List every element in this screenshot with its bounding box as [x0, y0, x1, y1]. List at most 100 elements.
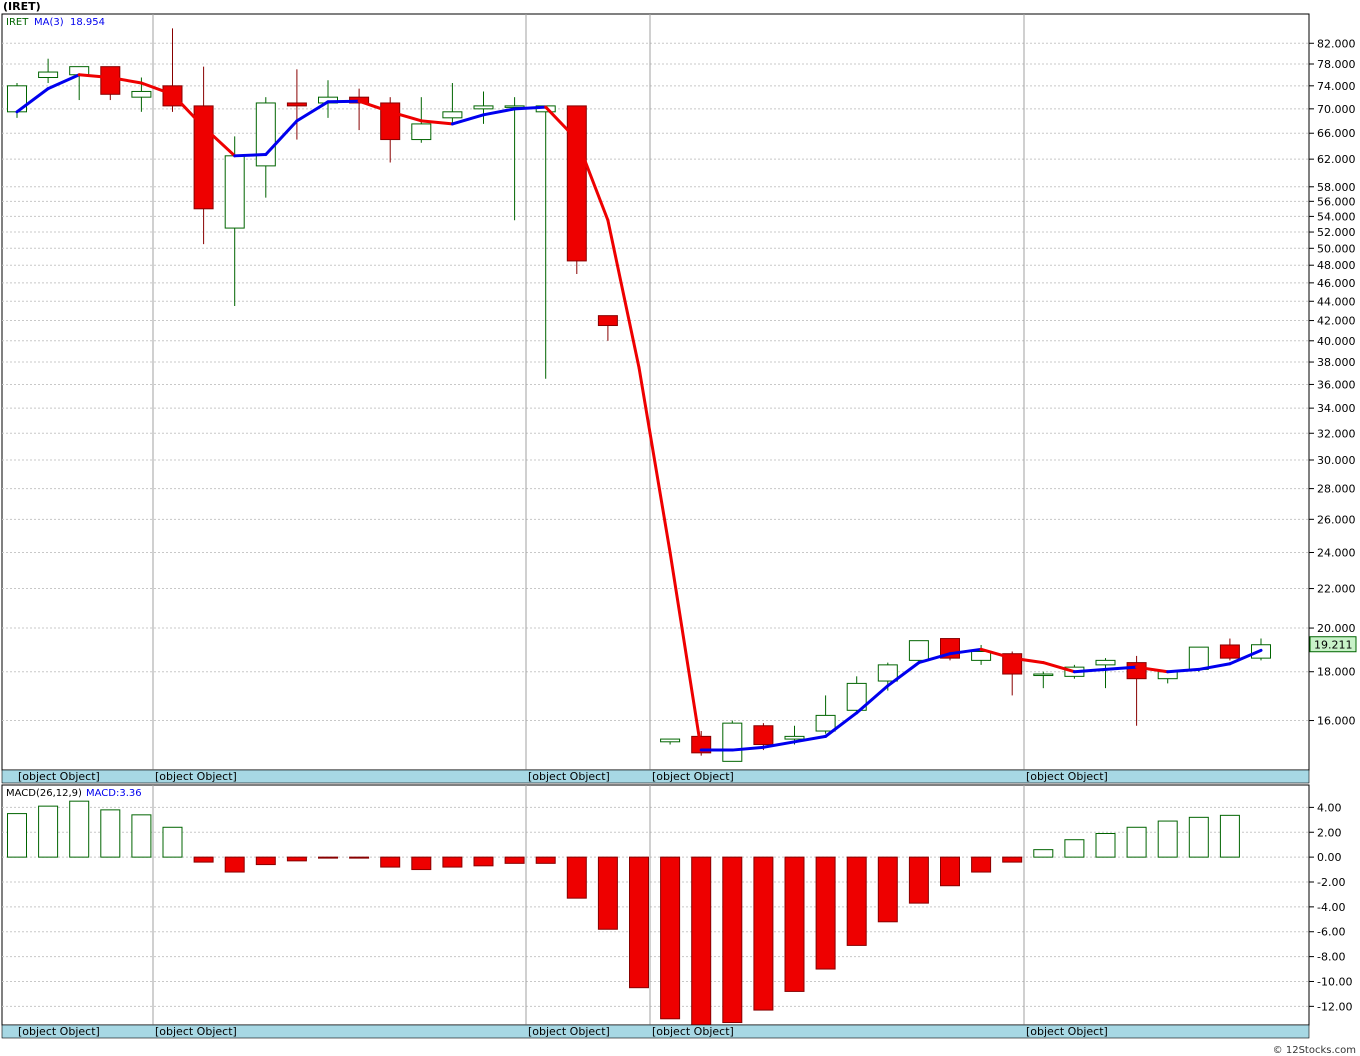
price-y-tick-label: 50.000	[1317, 242, 1356, 255]
candle-body	[784, 735, 805, 740]
candle-body	[971, 650, 992, 661]
price-y-tick-label: 56.000	[1317, 195, 1356, 208]
macd-bar	[286, 856, 307, 862]
price-y-tick-label: 18.000	[1317, 666, 1356, 679]
macd-legend-label: MACD(26,12,9)	[6, 788, 82, 799]
price-y-tick-label: 20.000	[1317, 622, 1356, 635]
candle-body	[753, 725, 774, 746]
price-y-tick-label: 78.000	[1317, 58, 1356, 71]
candle-body	[660, 738, 681, 743]
chart-canvas: 82.000 78.000 74.000 70.000 66.000 62.000 58.0…	[1, 13, 1357, 1039]
macd-y-tick-label: -12.00	[1317, 1000, 1352, 1013]
price-y-tick-label: 44.000	[1317, 295, 1356, 308]
x-axis-label: [object Object]	[652, 1025, 734, 1038]
macd-bar	[380, 856, 401, 868]
candle-body	[597, 315, 618, 327]
macd-bar	[784, 856, 805, 992]
macd-bar	[629, 856, 649, 989]
macd-bar	[255, 856, 276, 866]
x-axis-label: [object Object]	[18, 770, 100, 783]
macd-bar	[908, 856, 929, 904]
macd-y-tick-label: 4.00	[1317, 801, 1342, 814]
legend-symbol: IRET	[6, 17, 29, 28]
x-axis-label: [object Object]	[18, 1025, 100, 1038]
ma-segment	[513, 105, 548, 111]
macd-y-tick-label: 0.00	[1317, 851, 1342, 864]
macd-bar	[100, 809, 121, 858]
price-y-tick-label: 70.000	[1317, 103, 1356, 116]
macd-bar	[1064, 839, 1085, 858]
macd-bar	[566, 856, 587, 899]
x-axis-label: [object Object]	[1026, 1025, 1108, 1038]
price-y-tick-label: 16.000	[1317, 715, 1356, 728]
ma-segment	[326, 99, 361, 104]
macd-bar	[442, 856, 463, 868]
macd-bar	[318, 856, 338, 859]
x-axis-label: [object Object]	[528, 770, 610, 783]
x-axis-label: [object Object]	[1026, 770, 1108, 783]
macd-bar	[940, 856, 960, 887]
candle-body	[224, 155, 245, 229]
price-y-tick-label: 58.000	[1317, 181, 1356, 194]
macd-bar	[349, 856, 370, 859]
price-y-tick-label: 36.000	[1317, 378, 1356, 391]
candle-body	[722, 722, 743, 762]
macd-bar	[660, 856, 681, 1020]
macd-legend-value: MACD:3.36	[86, 788, 142, 799]
price-y-tick-label: 28.000	[1317, 483, 1356, 496]
macd-bar	[473, 856, 494, 867]
macd-y-tick-label: -6.00	[1317, 926, 1345, 939]
price-y-tick-label: 74.000	[1317, 80, 1356, 93]
macd-bar	[971, 856, 992, 873]
price-y-tick-label: 46.000	[1317, 277, 1356, 290]
macd-bar	[411, 856, 432, 871]
candle-body	[473, 105, 494, 110]
macd-bar	[504, 856, 525, 864]
price-y-axis: 82.000 78.000 74.000 70.000 66.000 62.000 58.0…	[1309, 37, 1357, 728]
x-axis-label: [object Object]	[155, 770, 237, 783]
macd-bar	[1188, 816, 1209, 858]
macd-y-tick-label: -10.00	[1317, 975, 1352, 988]
price-legend: IRET MA(3) 18.954	[6, 17, 105, 28]
macd-y-tick-label: -4.00	[1317, 901, 1345, 914]
x-axis-label: [object Object]	[155, 1025, 237, 1038]
price-y-tick-label: 34.000	[1317, 402, 1356, 415]
price-y-tick-label: 22.000	[1317, 583, 1356, 596]
candle-body	[1095, 659, 1116, 666]
macd-legend: MACD(26,12,9) MACD:3.36	[6, 788, 142, 799]
price-y-tick-label: 40.000	[1317, 335, 1356, 348]
macd-bar	[753, 856, 774, 1011]
macd-bar	[815, 856, 836, 970]
candle-body	[877, 664, 898, 682]
candle-body	[815, 714, 836, 732]
last-price-tag-label: 19.211	[1314, 639, 1353, 652]
candle-body	[1033, 673, 1054, 677]
macd-bar	[7, 813, 27, 858]
macd-bar	[1095, 832, 1116, 858]
macd-bar	[193, 856, 214, 863]
legend-ma-label: MA(3)	[34, 17, 64, 28]
macd-bar	[1157, 820, 1178, 858]
macd-bar	[846, 856, 867, 946]
candle-body	[131, 90, 152, 98]
candle-body	[1219, 644, 1240, 659]
candle-body	[442, 111, 463, 119]
price-y-tick-label: 24.000	[1317, 546, 1356, 559]
macd-bar	[691, 856, 712, 1026]
macd-y-tick-label: -8.00	[1317, 951, 1345, 964]
candle-body	[255, 102, 276, 167]
price-y-tick-label: 62.000	[1317, 153, 1356, 166]
candle-body	[38, 71, 59, 78]
macd-bar	[38, 805, 59, 858]
macd-y-tick-label: 2.00	[1317, 826, 1342, 839]
candle-body	[100, 66, 121, 95]
candle-body	[1188, 646, 1209, 670]
macd-bar	[1002, 856, 1023, 863]
price-y-tick-label: 52.000	[1317, 226, 1356, 239]
price-y-tick-label: 42.000	[1317, 315, 1356, 328]
price-y-tick-label: 38.000	[1317, 356, 1356, 369]
macd-bar	[597, 856, 618, 930]
price-y-tick-label: 26.000	[1317, 513, 1356, 526]
macd-bar	[69, 800, 90, 858]
candle-body	[1126, 662, 1147, 680]
